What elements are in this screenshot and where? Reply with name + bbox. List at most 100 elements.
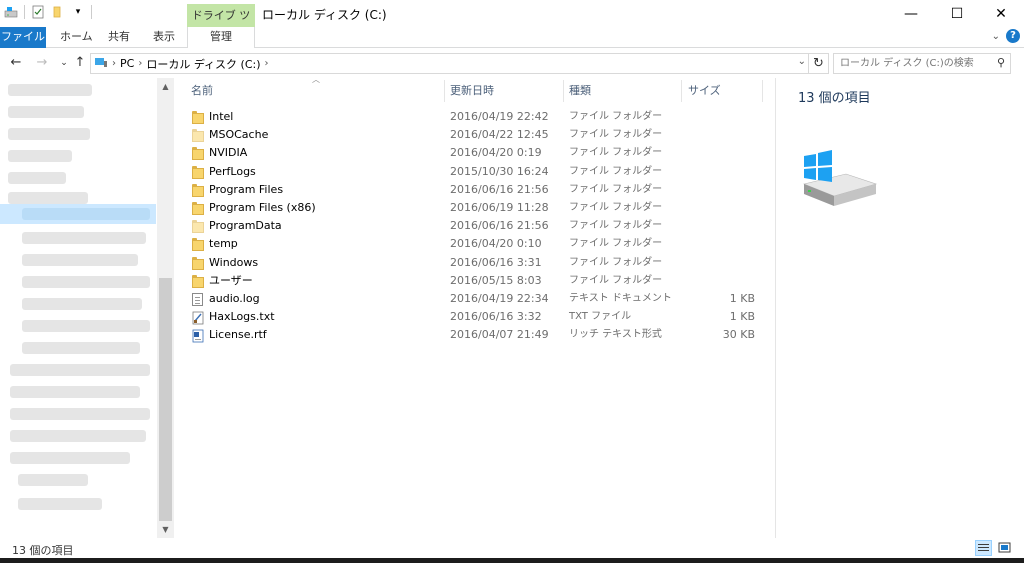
nav-item-blurred[interactable]: [18, 498, 102, 510]
file-row[interactable]: Windows 2016/06/16 3:31 ファイル フォルダー: [182, 254, 772, 272]
recent-locations-chevron-icon[interactable]: ⌄: [56, 55, 72, 71]
column-divider[interactable]: [563, 80, 564, 102]
scrollbar-thumb[interactable]: [159, 278, 172, 521]
column-divider[interactable]: [681, 80, 682, 102]
nav-item-blurred[interactable]: [10, 430, 146, 442]
text-document-icon: [192, 292, 206, 306]
search-icon[interactable]: ⚲: [997, 56, 1005, 69]
file-row[interactable]: NVIDIA 2016/04/20 0:19 ファイル フォルダー: [182, 144, 772, 162]
address-bar[interactable]: › PC › ローカル ディスク (C:) › ⌄: [90, 53, 809, 74]
nav-item-blurred[interactable]: [10, 364, 150, 376]
nav-item-blurred[interactable]: [22, 342, 140, 354]
nav-item-blurred[interactable]: [22, 208, 150, 220]
breadcrumb-separator-icon[interactable]: ›: [138, 58, 142, 69]
search-input[interactable]: [834, 54, 984, 73]
navigation-pane[interactable]: ▲ ▼: [0, 78, 174, 538]
properties-icon[interactable]: [31, 5, 45, 19]
file-row[interactable]: Intel 2016/04/19 22:42 ファイル フォルダー: [182, 108, 772, 126]
nav-item-blurred[interactable]: [8, 150, 72, 162]
column-divider[interactable]: [444, 80, 445, 102]
minimize-button[interactable]: —: [888, 0, 934, 27]
file-row[interactable]: ユーザー 2016/05/15 8:03 ファイル フォルダー: [182, 272, 772, 290]
file-date: 2016/04/19 22:42: [450, 110, 549, 123]
file-row[interactable]: PerfLogs 2015/10/30 16:24 ファイル フォルダー: [182, 163, 772, 181]
search-box[interactable]: ⚲: [833, 53, 1011, 74]
nav-item-blurred[interactable]: [22, 276, 150, 288]
details-pane-divider[interactable]: [775, 78, 776, 538]
column-header-name[interactable]: 名前: [191, 82, 213, 100]
nav-item-blurred[interactable]: [10, 452, 130, 464]
close-button[interactable]: ✕: [978, 0, 1024, 27]
file-row[interactable]: temp 2016/04/20 0:10 ファイル フォルダー: [182, 235, 772, 253]
scroll-up-arrow-icon[interactable]: ▲: [157, 78, 174, 95]
file-row[interactable]: Program Files (x86) 2016/06/19 11:28 ファイ…: [182, 199, 772, 217]
expand-ribbon-chevron-icon[interactable]: ⌄: [992, 31, 1000, 42]
taskbar-edge: [0, 558, 1024, 563]
nav-item-blurred[interactable]: [22, 320, 150, 332]
tab-home[interactable]: ホーム: [60, 27, 93, 48]
breadcrumb-separator-icon[interactable]: ›: [112, 58, 116, 69]
forward-arrow-icon[interactable]: →: [34, 55, 50, 71]
quick-access-toolbar: ▾: [4, 5, 92, 19]
customize-toolbar-icon[interactable]: ▾: [71, 5, 85, 19]
file-type: ファイル フォルダー: [569, 165, 663, 177]
breadcrumb-pc[interactable]: PC: [120, 57, 134, 70]
nav-item-blurred[interactable]: [8, 106, 84, 118]
file-name: temp: [209, 237, 238, 251]
large-icons-view-button[interactable]: [996, 540, 1013, 556]
breadcrumb-separator-icon[interactable]: ›: [265, 58, 269, 69]
new-folder-icon[interactable]: [51, 5, 65, 19]
nav-item-blurred[interactable]: [8, 84, 92, 96]
file-date: 2016/04/20 0:10: [450, 237, 542, 251]
file-date: 2016/06/19 11:28: [450, 200, 549, 214]
nav-item-blurred[interactable]: [22, 254, 138, 266]
folder-icon: [192, 238, 206, 252]
explorer-app-icon[interactable]: [4, 5, 18, 19]
file-type: ファイル フォルダー: [569, 274, 663, 286]
nav-item-blurred[interactable]: [8, 128, 90, 140]
refresh-button[interactable]: ↻: [809, 53, 829, 74]
breadcrumb-local-disk[interactable]: ローカル ディスク (C:): [146, 56, 260, 72]
file-row[interactable]: MSOCache 2016/04/22 12:45 ファイル フォルダー: [182, 126, 772, 144]
nav-item-blurred[interactable]: [8, 192, 88, 204]
up-arrow-icon[interactable]: ↑: [72, 55, 88, 71]
column-divider[interactable]: [762, 80, 763, 102]
back-arrow-icon[interactable]: ←: [8, 55, 24, 71]
file-row[interactable]: HaxLogs.txt 2016/06/16 3:32 TXT ファイル 1 K…: [182, 308, 772, 326]
folder-icon: [192, 220, 206, 234]
navigation-pane-scrollbar[interactable]: ▲ ▼: [157, 78, 174, 538]
tab-share[interactable]: 共有: [108, 27, 130, 48]
tab-file[interactable]: ファイル: [0, 27, 46, 48]
folder-icon: [192, 111, 206, 124]
maximize-button[interactable]: ☐: [934, 0, 980, 27]
nav-item-blurred[interactable]: [18, 474, 88, 486]
file-name: Program Files (x86): [209, 200, 316, 214]
file-row[interactable]: ProgramData 2016/06/16 21:56 ファイル フォルダー: [182, 217, 772, 235]
file-row[interactable]: audio.log 2016/04/19 22:34 テキスト ドキュメント 1…: [182, 290, 772, 308]
nav-item-blurred[interactable]: [22, 298, 142, 310]
file-row[interactable]: License.rtf 2016/04/07 21:49 リッチ テキスト形式 …: [182, 326, 772, 344]
file-type: ファイル フォルダー: [569, 183, 663, 195]
column-header-type[interactable]: 種類: [569, 82, 591, 100]
column-header-date[interactable]: 更新日時: [450, 82, 494, 100]
maximize-icon: ☐: [950, 5, 964, 22]
pc-location-icon: [94, 56, 108, 71]
refresh-icon: ↻: [813, 56, 824, 71]
nav-item-blurred[interactable]: [8, 172, 66, 184]
scroll-down-arrow-icon[interactable]: ▼: [157, 521, 174, 538]
file-date: 2016/04/19 22:34: [450, 291, 549, 305]
help-icon[interactable]: ?: [1006, 29, 1020, 43]
windows-drive-icon: [800, 150, 878, 212]
tab-view[interactable]: 表示: [153, 27, 175, 48]
nav-item-blurred[interactable]: [10, 386, 140, 398]
column-header-size[interactable]: サイズ: [688, 82, 721, 100]
status-item-count: 13 個の項目: [12, 544, 74, 557]
nav-item-blurred[interactable]: [22, 232, 146, 244]
address-history-dropdown-icon[interactable]: ⌄: [798, 56, 806, 67]
folder-icon: [192, 165, 206, 179]
file-row[interactable]: Program Files 2016/06/16 21:56 ファイル フォルダ…: [182, 181, 772, 199]
nav-item-blurred[interactable]: [10, 408, 150, 420]
file-name: MSOCache: [209, 128, 269, 142]
tab-manage[interactable]: 管理: [187, 27, 255, 48]
details-view-button[interactable]: [975, 540, 992, 556]
